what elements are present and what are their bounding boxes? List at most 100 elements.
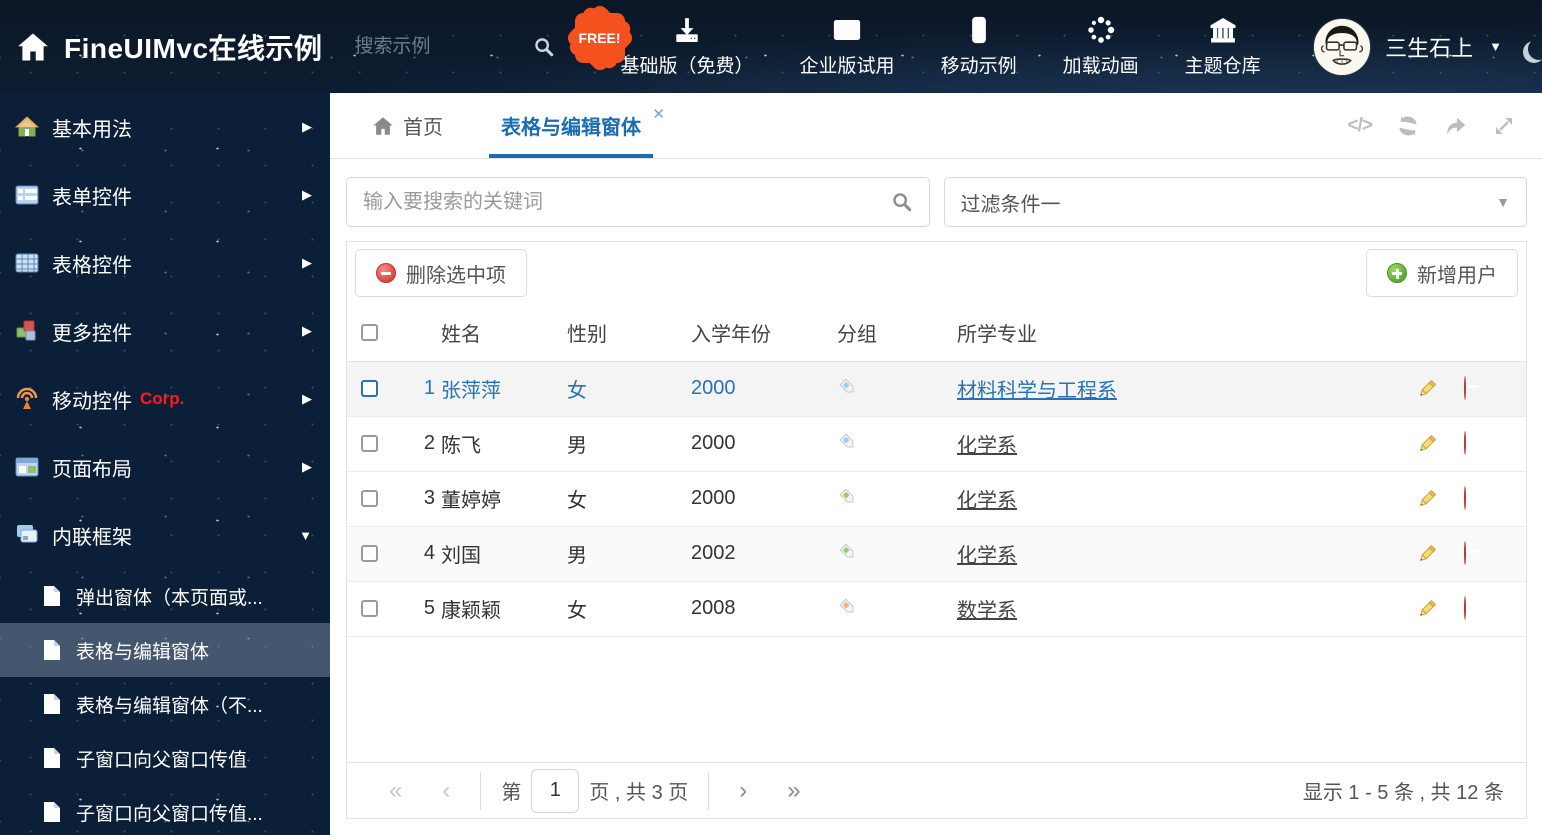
home-icon	[372, 115, 394, 137]
layout-icon	[14, 454, 40, 480]
sidebar-subitem-grid-edit-window[interactable]: 表格与编辑窗体	[0, 623, 330, 677]
major-link[interactable]: 化学系	[957, 435, 1017, 457]
column-header-gender: 性别	[567, 304, 691, 362]
frames-icon	[14, 522, 40, 548]
chevron-down-icon: ▼	[299, 527, 312, 543]
search-icon[interactable]	[533, 36, 555, 58]
column-header-name: 姓名	[441, 304, 567, 362]
app-header: FineUIMvc在线示例 FREE! 基础版（免费） 企业版试用	[0, 0, 1542, 93]
major-link[interactable]: 化学系	[957, 490, 1017, 512]
pagination-bar: « ‹ 第 页 , 共 3 页 › » 显示 1 - 5 条 , 共 12 条	[347, 762, 1526, 818]
row-checkbox[interactable]	[361, 380, 378, 397]
tag-icon	[837, 376, 857, 396]
sidebar-item-grid-controls[interactable]: 表格控件 ▶	[0, 229, 330, 297]
download-icon	[672, 15, 702, 45]
next-page-button[interactable]: ›	[719, 777, 767, 805]
row-checkbox[interactable]	[361, 490, 378, 507]
tab-home[interactable]: 首页	[360, 93, 455, 158]
major-link[interactable]: 数学系	[957, 600, 1017, 622]
nav-item-theme-store[interactable]: 主题仓库	[1185, 15, 1261, 78]
row-checkbox[interactable]	[361, 545, 378, 562]
sidebar-item-page-layout[interactable]: 页面布局 ▶	[0, 433, 330, 501]
table-row[interactable]: 2 陈飞 男 2000 化学系	[347, 416, 1526, 472]
user-grid-panel: 删除选中项 新增用户 姓名 性别 入学年份 分组 所学专业 1 张萍萍 女 20…	[346, 241, 1527, 819]
sidebar-subitem-popup-window[interactable]: 弹出窗体（本页面或...	[0, 569, 330, 623]
spinner-icon	[1086, 15, 1116, 45]
table-row[interactable]: 1 张萍萍 女 2000 材料科学与工程系	[347, 361, 1526, 417]
tab-bar: 首页 表格与编辑窗体 ✕ </>	[330, 93, 1542, 159]
table-row[interactable]: 4 刘国 男 2002 化学系	[347, 526, 1526, 582]
edit-pencil-icon[interactable]	[1416, 598, 1464, 620]
major-link[interactable]: 材料科学与工程系	[957, 380, 1117, 402]
sidebar-item-basic-usage[interactable]: 基本用法 ▶	[0, 93, 330, 161]
header-search-input[interactable]	[354, 35, 505, 58]
keyword-search-box[interactable]	[346, 177, 930, 227]
chevron-right-icon: ▶	[302, 459, 312, 474]
document-icon	[42, 801, 62, 823]
edit-pencil-icon[interactable]	[1416, 378, 1464, 400]
user-table: 姓名 性别 入学年份 分组 所学专业 1 张萍萍 女 2000 材料科学与工程系	[347, 304, 1526, 637]
nav-item-basic-edition[interactable]: FREE! 基础版（免费）	[564, 2, 754, 78]
sidebar-subitem-child-to-parent[interactable]: 子窗口向父窗口传值	[0, 731, 330, 785]
home-icon	[14, 114, 40, 140]
row-checkbox[interactable]	[361, 435, 378, 452]
mobile-icon	[964, 15, 994, 45]
search-icon[interactable]	[891, 191, 913, 213]
edit-pencil-icon[interactable]	[1416, 488, 1464, 510]
sidebar-subitem-child-to-parent-2[interactable]: 子窗口向父窗口传值...	[0, 785, 330, 835]
close-icon[interactable]: ✕	[652, 105, 665, 123]
table-icon	[14, 250, 40, 276]
major-link[interactable]: 化学系	[957, 545, 1017, 567]
row-checkbox[interactable]	[361, 600, 378, 617]
nav-item-mobile-demo[interactable]: 移动示例	[941, 15, 1017, 78]
delete-row-icon[interactable]	[1464, 596, 1466, 620]
sidebar-item-mobile-controls[interactable]: 移动控件 Corp. ▶	[0, 365, 330, 433]
antenna-icon	[14, 386, 40, 412]
user-menu[interactable]: 三生石上 ▼	[1313, 17, 1542, 76]
tab-grid-edit-window[interactable]: 表格与编辑窗体 ✕	[489, 93, 665, 158]
chevron-right-icon: ▶	[302, 187, 312, 202]
avatar	[1313, 17, 1372, 76]
delete-row-icon[interactable]	[1464, 486, 1466, 510]
column-header-group: 分组	[837, 304, 957, 362]
table-row[interactable]: 3 董婷婷 女 2000 化学系	[347, 471, 1526, 527]
record-summary: 显示 1 - 5 条 , 共 12 条	[1302, 782, 1504, 804]
home-icon	[16, 30, 50, 64]
table-row[interactable]: 5 康颖颖 女 2008 数学系	[347, 581, 1526, 637]
app-logo[interactable]: FineUIMvc在线示例	[0, 27, 323, 67]
prev-page-button[interactable]: ‹	[422, 777, 470, 805]
page-number-input[interactable]	[531, 768, 580, 813]
chevron-down-icon: ▼	[1489, 39, 1502, 54]
share-icon[interactable]	[1444, 114, 1468, 138]
delete-row-icon[interactable]	[1464, 431, 1466, 455]
chevron-right-icon: ▶	[302, 323, 312, 338]
delete-row-icon[interactable]	[1464, 376, 1466, 400]
header-search[interactable]	[354, 35, 555, 58]
edit-pencil-icon[interactable]	[1416, 433, 1464, 455]
last-page-button[interactable]: »	[767, 777, 820, 805]
edit-pencil-icon[interactable]	[1416, 543, 1464, 565]
sidebar-item-form-controls[interactable]: 表单控件 ▶	[0, 161, 330, 229]
refresh-icon[interactable]	[1396, 114, 1420, 138]
keyword-search-input[interactable]	[363, 190, 891, 214]
nav-item-loading-animation[interactable]: 加载动画	[1063, 15, 1139, 78]
divider	[708, 771, 710, 810]
sidebar-item-more-controls[interactable]: 更多控件 ▶	[0, 297, 330, 365]
delete-row-icon[interactable]	[1464, 541, 1466, 565]
select-all-checkbox[interactable]	[361, 323, 378, 341]
divider	[480, 771, 482, 810]
table-header-row: 姓名 性别 入学年份 分组 所学专业	[347, 304, 1526, 362]
expand-icon[interactable]	[1492, 114, 1516, 138]
page-suffix-label: 页 , 共 3 页	[589, 782, 689, 804]
add-user-button[interactable]: 新增用户	[1366, 249, 1518, 297]
nav-item-enterprise-trial[interactable]: 企业版试用	[800, 15, 895, 78]
source-code-icon[interactable]: </>	[1348, 115, 1374, 137]
column-header-year: 入学年份	[691, 304, 837, 362]
cubes-icon	[14, 318, 40, 344]
first-page-button[interactable]: «	[369, 777, 422, 805]
sidebar-item-iframe[interactable]: 内联框架 ▼	[0, 501, 330, 569]
sidebar-subitem-grid-edit-window-2[interactable]: 表格与编辑窗体（不...	[0, 677, 330, 731]
delete-selected-button[interactable]: 删除选中项	[355, 249, 527, 297]
sidebar: 基本用法 ▶ 表单控件 ▶ 表格控件 ▶ 更多控件 ▶ 移动控件 Corp. ▶	[0, 93, 330, 835]
filter-dropdown[interactable]: 过滤条件一 ▼	[943, 177, 1527, 227]
